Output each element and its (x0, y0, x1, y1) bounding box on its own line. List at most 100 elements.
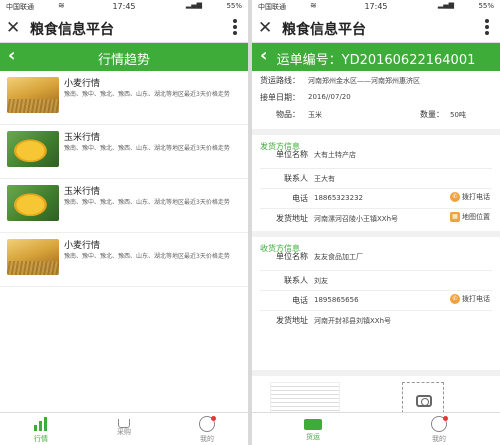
left-screen: 中国联通 ≋ 17:45 ▂▄▆ 55% ✕ 粮食信息平台 ‹ 行情趋势 小麦行… (0, 0, 248, 445)
contact-label: 联系人 (284, 174, 308, 183)
photo-section (252, 370, 500, 418)
shipper-phone-row: 电话 18865323232 ✆ 拨打电话 (252, 189, 500, 208)
battery-text: 55% (478, 2, 494, 10)
unit-value: 大有土特产店 (314, 151, 356, 159)
app-bar: ✕ 粮食信息平台 (0, 13, 248, 43)
contact-value: 王大有 (314, 175, 335, 183)
quantity-value: 50吨 (450, 111, 466, 119)
map-label: 地图位置 (462, 213, 490, 221)
market-list-item[interactable]: 小麦行情 豫南、豫中、豫北、豫西、山东、湖北等地区最近3天价格走势 (0, 71, 248, 125)
route-label: 货运路线： (260, 76, 300, 85)
chart-icon (33, 416, 49, 432)
market-list-item[interactable]: 玉米行情 豫南、豫中、豫北、豫西、山东、湖北等地区最近3天价格走势 (0, 179, 248, 233)
nav-label: 货运 (306, 433, 320, 441)
shipper-section-title: 发货方信息 (252, 129, 500, 151)
unit-label: 单位名称 (276, 150, 308, 159)
bottom-nav: 货运 我的 (252, 412, 500, 445)
nav-label: 我的 (200, 435, 214, 443)
route-value: 河南郑州金水区——河南郑州惠济区 (308, 77, 420, 85)
goods-value: 玉米 (308, 111, 322, 119)
call-label: 拨打电话 (462, 295, 490, 303)
wheat-image (7, 77, 59, 113)
right-screen: 中国联通 ≋ 17:45 ▂▄▆ 55% ✕ 粮食信息平台 ‹ 运单编号：YD2… (252, 0, 500, 445)
map-icon: ▦ (450, 212, 460, 222)
status-bar: 中国联通 ≋ 17:45 ▂▄▆ 55% (252, 0, 500, 13)
more-menu-icon[interactable] (232, 17, 238, 37)
more-menu-icon[interactable] (484, 17, 490, 37)
phone-label: 电话 (292, 296, 308, 305)
quantity-label: 数量： (420, 110, 444, 119)
signal-icon: ▂▄▆ (185, 1, 202, 9)
cart-icon (118, 419, 130, 428)
bottom-nav: 行情 采购 我的 (0, 412, 248, 445)
unit-label: 单位名称 (276, 252, 308, 261)
corn-image (7, 185, 59, 221)
page-title: 行情趋势 (97, 53, 150, 68)
clock-text: 17:45 (364, 2, 388, 11)
nav-mine[interactable]: 我的 (166, 413, 248, 445)
truck-icon (304, 419, 322, 430)
app-title: 粮食信息平台 (30, 22, 114, 38)
profile-icon (199, 416, 216, 432)
item-summary: 豫南、豫中、豫北、豫西、山东、湖北等地区最近3天价格走势 (64, 91, 230, 98)
date-value: 2016//07/20 (308, 93, 351, 101)
item-title: 小麦行情 (64, 79, 101, 89)
goods-label: 物品： (276, 110, 300, 119)
market-list: 小麦行情 豫南、豫中、豫北、豫西、山东、湖北等地区最近3天价格走势 玉米行情 豫… (0, 71, 248, 287)
nav-label: 采购 (117, 428, 131, 436)
market-list-item[interactable]: 玉米行情 豫南、豫中、豫北、豫西、山东、湖北等地区最近3天价格走势 (0, 125, 248, 179)
receiver-unit-row: 单位名称 友友食品加工厂 (252, 251, 500, 270)
item-summary: 豫南、豫中、豫北、豫西、山东、湖北等地区最近3天价格走势 (64, 253, 230, 260)
shipper-unit-row: 单位名称 大有土特产店 (252, 149, 500, 168)
profile-icon (431, 416, 448, 432)
item-title: 玉米行情 (64, 133, 101, 143)
contact-value: 刘友 (314, 277, 328, 285)
nav-label: 行情 (34, 435, 48, 443)
call-button[interactable]: ✆ 拨打电话 (450, 192, 490, 202)
address-value: 河南漯河召陵小王镇XXh号 (314, 215, 399, 223)
page-header: ‹ 行情趋势 (0, 43, 248, 71)
phone-icon: ✆ (450, 294, 460, 304)
close-icon[interactable]: ✕ (6, 18, 20, 38)
map-location-button[interactable]: ▦ 地图位置 (450, 212, 490, 222)
clock-text: 17:45 (112, 2, 136, 11)
receiver-section-title: 收货方信息 (252, 231, 500, 253)
date-label: 接单日期： (260, 93, 300, 102)
receiver-phone-row: 电话 1895865656 ✆ 拨打电话 (252, 291, 500, 310)
app-title: 粮食信息平台 (282, 22, 366, 38)
corn-image (7, 131, 59, 167)
address-label: 发货地址 (276, 214, 308, 223)
item-summary: 豫南、豫中、豫北、豫西、山东、湖北等地区最近3天价格走势 (64, 145, 230, 152)
item-title: 小麦行情 (64, 241, 101, 251)
unit-value: 友友食品加工厂 (314, 253, 363, 261)
status-bar: 中国联通 ≋ 17:45 ▂▄▆ 55% (0, 0, 248, 13)
app-bar: ✕ 粮食信息平台 (252, 13, 500, 43)
page-header: ‹ 运单编号：YD20160622164001 (252, 43, 500, 71)
contact-label: 联系人 (284, 276, 308, 285)
route-row: 货运路线： 河南郑州金水区——河南郑州惠济区 (252, 75, 500, 92)
notification-dot (211, 416, 216, 421)
item-title: 玉米行情 (64, 187, 101, 197)
nav-market[interactable]: 行情 (0, 413, 82, 445)
phone-value: 18865323232 (314, 194, 363, 202)
receiver-contact-row: 联系人 刘友 (252, 271, 500, 290)
address-value: 河南开封祁县刘镇XXh号 (314, 317, 392, 325)
shipper-contact-row: 联系人 王大有 (252, 169, 500, 188)
shipper-address-row: 发货地址 河南漯河召陵小王镇XXh号 ▦ 地图位置 (252, 209, 500, 228)
battery-text: 55% (226, 2, 242, 10)
phone-value: 1895865656 (314, 296, 359, 304)
wheat-image (7, 239, 59, 275)
goods-row: 物品： 玉米 数量： 50吨 (252, 109, 500, 126)
close-icon[interactable]: ✕ (258, 18, 272, 38)
phone-icon: ✆ (450, 192, 460, 202)
camera-icon (416, 395, 432, 407)
nav-purchase[interactable]: 采购 (83, 413, 165, 445)
nav-freight[interactable]: 货运 (272, 413, 354, 445)
call-label: 拨打电话 (462, 193, 490, 201)
phone-label: 电话 (292, 194, 308, 203)
item-summary: 豫南、豫中、豫北、豫西、山东、湖北等地区最近3天价格走势 (64, 199, 230, 206)
market-list-item[interactable]: 小麦行情 豫南、豫中、豫北、豫西、山东、湖北等地区最近3天价格走势 (0, 233, 248, 287)
call-button[interactable]: ✆ 拨打电话 (450, 294, 490, 304)
nav-mine[interactable]: 我的 (398, 413, 480, 445)
address-label: 发货地址 (276, 316, 308, 325)
